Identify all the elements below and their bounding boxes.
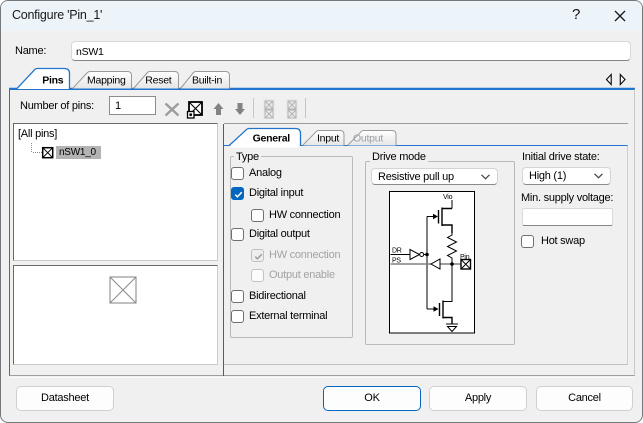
- svg-text:Mapping: Mapping: [87, 75, 126, 87]
- svg-text:Input: Input: [317, 133, 339, 145]
- svg-text:DR: DR: [392, 248, 402, 255]
- svg-text:Reset: Reset: [145, 75, 172, 87]
- svg-text:Built-in: Built-in: [192, 75, 223, 87]
- svg-text:Vio: Vio: [443, 194, 453, 201]
- svg-text:PS: PS: [392, 258, 401, 265]
- svg-text:Output: Output: [353, 133, 383, 145]
- svg-text:Pins: Pins: [42, 75, 64, 87]
- svg-text:General: General: [253, 133, 291, 145]
